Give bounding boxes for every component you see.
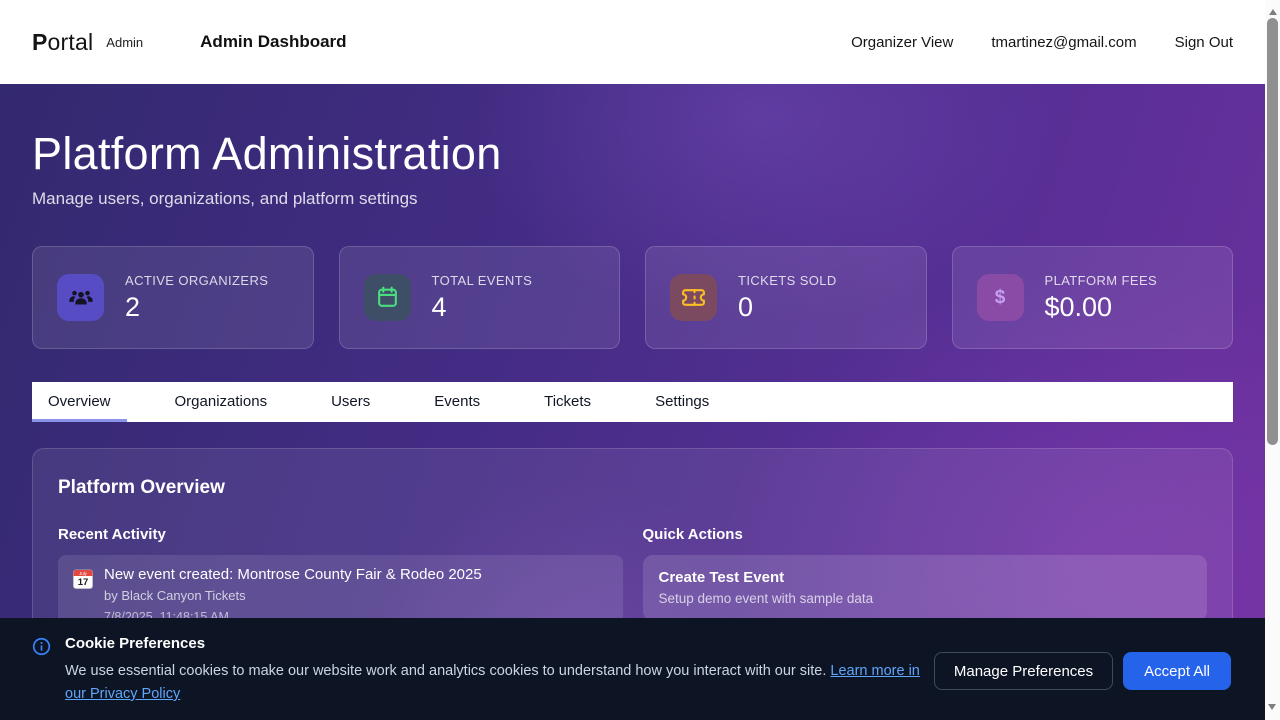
stat-value: $0.00 xyxy=(1045,292,1158,323)
ticket-icon xyxy=(670,274,717,321)
svg-text:17: 17 xyxy=(78,577,89,588)
tab-settings[interactable]: Settings xyxy=(639,382,725,422)
cookie-text: Cookie Preferences We use essential cook… xyxy=(65,635,927,720)
people-icon xyxy=(57,274,104,321)
tab-overview[interactable]: Overview xyxy=(32,382,127,422)
cookie-title: Cookie Preferences xyxy=(65,635,927,652)
scroll-up-arrow-icon[interactable] xyxy=(1269,5,1277,15)
organizer-view-link[interactable]: Organizer View xyxy=(851,34,953,51)
logo-rest: ortal xyxy=(48,29,94,55)
svg-text:July: July xyxy=(79,571,87,576)
header-nav: Organizer View tmartinez@gmail.com Sign … xyxy=(851,34,1233,51)
cookie-banner: Cookie Preferences We use essential cook… xyxy=(0,618,1265,720)
stat-card-tickets-sold: TICKETS SOLD 0 xyxy=(645,246,927,349)
stat-label: PLATFORM FEES xyxy=(1045,273,1158,288)
tab-users[interactable]: Users xyxy=(315,382,386,422)
cookie-body-text: We use essential cookies to make our web… xyxy=(65,663,830,679)
tab-organizations[interactable]: Organizations xyxy=(159,382,284,422)
stat-label: TOTAL EVENTS xyxy=(432,273,533,288)
quick-action-title: Create Test Event xyxy=(659,569,1192,586)
stat-value: 4 xyxy=(432,292,533,323)
cookie-buttons: Manage Preferences Accept All xyxy=(934,652,1231,720)
tab-events[interactable]: Events xyxy=(418,382,496,422)
dollar-icon: $ xyxy=(977,274,1024,321)
accept-all-button[interactable]: Accept All xyxy=(1123,652,1231,690)
stat-card-active-organizers: ACTIVE ORGANIZERS 2 xyxy=(32,246,314,349)
stat-card-total-events: TOTAL EVENTS 4 xyxy=(339,246,621,349)
stat-text: TICKETS SOLD 0 xyxy=(738,273,837,323)
portal-logo[interactable]: Portal xyxy=(32,29,93,56)
page-title: Admin Dashboard xyxy=(200,32,346,52)
activity-organizer: by Black Canyon Tickets xyxy=(104,588,482,603)
stat-label: TICKETS SOLD xyxy=(738,273,837,288)
quick-action-description: Setup demo event with sample data xyxy=(659,591,1192,606)
hero-subtitle: Manage users, organizations, and platfor… xyxy=(32,190,1233,208)
stat-text: ACTIVE ORGANIZERS 2 xyxy=(125,273,268,323)
stat-value: 0 xyxy=(738,292,837,323)
create-test-event-action[interactable]: Create Test Event Setup demo event with … xyxy=(643,555,1208,621)
logo-initial: P xyxy=(32,29,48,55)
stat-text: PLATFORM FEES $0.00 xyxy=(1045,273,1158,323)
stat-label: ACTIVE ORGANIZERS xyxy=(125,273,268,288)
manage-preferences-button[interactable]: Manage Preferences xyxy=(934,652,1113,690)
stats-row: ACTIVE ORGANIZERS 2 TOTAL EVENTS 4 xyxy=(32,246,1233,349)
scrollbar-thumb[interactable] xyxy=(1267,18,1278,445)
scroll-down-arrow-icon[interactable] xyxy=(1268,704,1276,714)
dollar-glyph: $ xyxy=(995,287,1006,309)
hero-title: Platform Administration xyxy=(32,128,1233,180)
calendar-emoji-icon: July 17 xyxy=(72,568,94,624)
info-icon xyxy=(32,637,51,720)
stat-card-platform-fees: $ PLATFORM FEES $0.00 xyxy=(952,246,1234,349)
activity-text: New event created: Montrose County Fair … xyxy=(104,566,482,624)
activity-title: New event created: Montrose County Fair … xyxy=(104,566,482,583)
recent-activity-heading: Recent Activity xyxy=(58,526,623,543)
stat-text: TOTAL EVENTS 4 xyxy=(432,273,533,323)
tab-tickets[interactable]: Tickets xyxy=(528,382,607,422)
admin-badge: Admin xyxy=(106,35,143,50)
app-header: Portal Admin Admin Dashboard Organizer V… xyxy=(0,0,1265,84)
page-scrollbar[interactable] xyxy=(1265,0,1280,720)
overview-title: Platform Overview xyxy=(58,477,1207,499)
admin-tabbar: Overview Organizations Users Events Tick… xyxy=(32,382,1233,422)
quick-actions-heading: Quick Actions xyxy=(643,526,1208,543)
calendar-icon xyxy=(364,274,411,321)
sign-out-link[interactable]: Sign Out xyxy=(1175,34,1233,51)
cookie-body: We use essential cookies to make our web… xyxy=(65,660,927,706)
user-email: tmartinez@gmail.com xyxy=(991,34,1136,51)
stat-value: 2 xyxy=(125,292,268,323)
